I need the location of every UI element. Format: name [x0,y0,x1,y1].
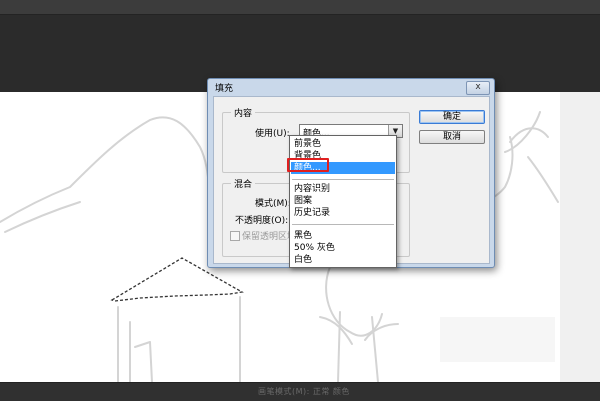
status-text: 画笔模式(M): 正常 颜色 [258,387,350,396]
selection-highlight-box [287,158,329,172]
content-group-legend: 内容 [231,106,256,119]
dropdown-separator [292,179,394,180]
dropdown-separator [292,224,394,225]
dialog-titlebar[interactable]: 填充 x [208,79,494,95]
top-toolbar [0,0,600,15]
dropdown-item-pattern[interactable]: 图案 [291,195,395,207]
mode-label: 模式(M): [255,199,291,209]
dropdown-item-foreground[interactable]: 前景色 [291,138,395,150]
blend-group-legend: 混合 [231,177,256,190]
dropdown-item-gray[interactable]: 50% 灰色 [291,242,395,254]
close-button[interactable]: x [466,81,490,95]
dropdown-item-history[interactable]: 历史记录 [291,207,395,219]
dropdown-item-white[interactable]: 白色 [291,254,395,266]
ok-button[interactable]: 确定 [419,110,485,124]
dropdown-item-content-aware[interactable]: 内容识别 [291,183,395,195]
opacity-label: 不透明度(O): [235,216,289,226]
dialog-title: 填充 [215,84,234,94]
canvas-blur-patch [440,317,555,362]
right-panel [440,92,600,382]
status-bar: 画笔模式(M): 正常 颜色 [0,382,600,401]
dropdown-item-black[interactable]: 黑色 [291,230,395,242]
cancel-button[interactable]: 取消 [419,130,485,144]
preserve-transparency-label: 保留透明区域 [242,232,297,242]
use-dropdown-list: 前景色 背景色 颜色... 内容识别 图案 历史记录 黑色 50% 灰色 白色 [289,135,397,268]
use-label: 使用(U): [255,129,290,139]
preserve-transparency-checkbox[interactable] [230,231,240,241]
